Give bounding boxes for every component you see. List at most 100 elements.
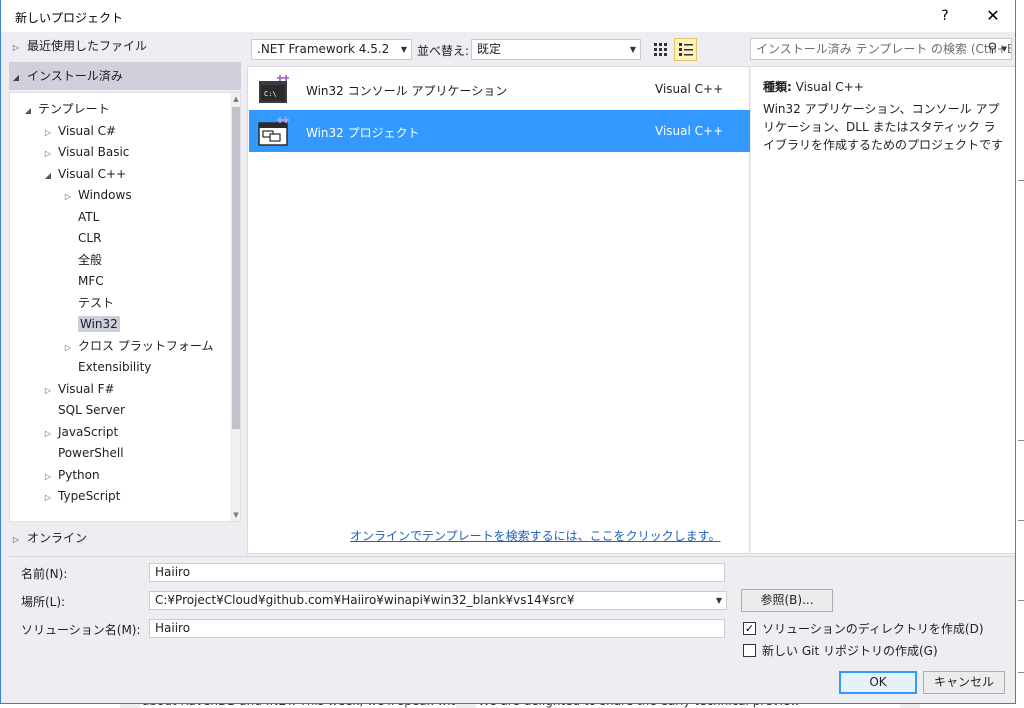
template-details: 種類: Visual C++ Win32 アプリケーション、コンソール アプリケ… <box>751 66 1015 554</box>
chevron-down-icon: ▼ <box>715 596 722 605</box>
tree-item[interactable]: MFC <box>62 271 104 292</box>
tree-item[interactable]: ▷ Python <box>42 465 100 486</box>
online-templates-link[interactable]: オンラインでテンプレートを検索するには、ここをクリックします。 <box>350 527 720 544</box>
tree-item[interactable]: ▷ Visual F# <box>42 379 115 400</box>
create-directory-option[interactable]: ✓ ソリューションのディレクトリを作成(D) <box>743 620 984 637</box>
collapse-arrow-icon: ◢ <box>12 73 20 82</box>
grid-view-button[interactable] <box>649 38 671 60</box>
search-icon[interactable]: ⚲ <box>987 39 997 59</box>
tree-item[interactable]: Extensibility <box>62 357 151 378</box>
tree-item[interactable]: ◢ Visual C++ <box>42 164 126 185</box>
template-name: Win32 プロジェクト <box>306 126 420 140</box>
help-button[interactable]: ? <box>933 4 957 28</box>
template-search-input[interactable]: インストール済み テンプレート の検索 (Ctrl+E ⚲ ▼ <box>750 38 1012 60</box>
chevron-down-icon: ▼ <box>629 45 636 54</box>
tree-item-label: Visual C# <box>58 123 117 138</box>
expand-arrow-icon[interactable]: ▷ <box>42 143 54 164</box>
close-button[interactable]: ✕ <box>979 4 1007 28</box>
tree-item-label: Windows <box>78 188 132 202</box>
dialog-title: 新しいプロジェクト <box>15 11 124 25</box>
tree-scrollbar[interactable]: ▲ ▼ <box>230 93 240 521</box>
template-item-win32-project[interactable]: Win32 プロジェクト Visual C++ <box>249 110 750 152</box>
expand-arrow-icon[interactable]: ▷ <box>42 466 54 487</box>
tree-item[interactable]: CLR <box>62 228 101 249</box>
tree-item[interactable]: ▷ Visual C# <box>42 121 116 142</box>
solution-name-input[interactable]: Haiiro <box>149 619 725 638</box>
tree-item[interactable]: ▷ クロス プラットフォーム <box>62 336 214 358</box>
tree-item-label: Extensibility <box>78 360 152 374</box>
template-language: Visual C++ <box>655 82 724 96</box>
expand-arrow-icon[interactable]: ▷ <box>42 380 54 401</box>
tree-item-label: ATL <box>78 209 100 224</box>
tree-item[interactable]: SQL Server <box>42 400 125 421</box>
location-value: C:¥Project¥Cloud¥github.com¥Haiiro¥winap… <box>155 593 575 607</box>
project-name-input[interactable]: Haiiro <box>149 563 725 582</box>
expand-arrow-icon[interactable]: ▷ <box>42 122 54 143</box>
tree-item-label: Visual Basic <box>58 145 130 159</box>
win32-project-icon <box>258 117 289 146</box>
expand-arrow-icon[interactable]: ▷ <box>62 186 74 207</box>
collapse-arrow-icon[interactable]: ◢ <box>42 165 54 186</box>
nav-installed-label: インストール済み <box>27 69 123 83</box>
location-select[interactable]: C:¥Project¥Cloud¥github.com¥Haiiro¥winap… <box>149 591 727 610</box>
scroll-thumb[interactable] <box>232 107 240 429</box>
scroll-up-icon[interactable]: ▲ <box>230 93 240 105</box>
location-label: 場所(L): <box>21 595 66 609</box>
tree-item-label: Python <box>58 467 100 482</box>
nav-recent[interactable]: ▷ 最近使用したファイル <box>9 34 241 58</box>
project-settings-form: 名前(N): Haiiro 場所(L): C:¥Project¥Cloud¥gi… <box>9 556 1015 703</box>
list-view-button[interactable] <box>674 38 697 61</box>
tree-item-label: JavaScript <box>58 424 119 439</box>
tree-item[interactable]: ATL <box>62 207 99 228</box>
tree-item-label: SQL Server <box>58 403 125 417</box>
ok-button[interactable]: OK <box>839 671 917 694</box>
tree-item-label: テスト <box>78 295 115 310</box>
expand-arrow-icon[interactable]: ▷ <box>62 337 74 358</box>
nav-online-label: オンライン <box>27 531 88 545</box>
svg-text:C:\: C:\ <box>264 90 277 98</box>
template-type: 種類: Visual C++ <box>763 78 864 95</box>
tree-item-label: PowerShell <box>58 446 124 460</box>
tree-item-label: CLR <box>78 231 102 245</box>
nav-online[interactable]: ▷ オンライン <box>9 526 241 550</box>
nav-recent-label: 最近使用したファイル <box>27 39 148 53</box>
template-name: Win32 コンソール アプリケーション <box>306 84 508 98</box>
tree-item[interactable]: PowerShell <box>42 443 124 464</box>
template-description: Win32 アプリケーション、コンソール アプリケーション、DLL またはスタテ… <box>763 102 1004 152</box>
grid-view-icon <box>654 43 667 56</box>
tree-item[interactable]: ▷ JavaScript <box>42 422 118 443</box>
cancel-button[interactable]: キャンセル <box>923 671 1005 694</box>
nav-installed[interactable]: ◢ インストール済み <box>9 62 241 90</box>
name-label: 名前(N): <box>21 567 68 581</box>
collapse-arrow-icon[interactable]: ◢ <box>22 100 34 121</box>
framework-select[interactable]: .NET Framework 4.5.2 ▼ <box>251 39 412 60</box>
tree-item-label: クロス プラットフォーム <box>78 338 214 353</box>
expand-arrow-icon[interactable]: ▷ <box>42 487 54 508</box>
console-app-icon: C:\ <box>259 75 289 103</box>
tree-item[interactable]: ▷ Windows <box>62 185 132 206</box>
tree-item[interactable]: ◢ テンプレート <box>22 99 110 120</box>
browse-button[interactable]: 参照(B)... <box>741 589 833 612</box>
scroll-down-icon[interactable]: ▼ <box>230 509 240 521</box>
chevron-down-icon: ▼ <box>400 45 407 54</box>
solution-name-label: ソリューション名(M): <box>21 623 141 637</box>
tree-item-label: Visual C++ <box>58 166 127 181</box>
sort-select[interactable]: 既定 ▼ <box>471 39 641 60</box>
tree-item-label: MFC <box>78 274 104 288</box>
expand-arrow-icon: ▷ <box>12 535 20 544</box>
template-list: C:\ Win32 コンソール アプリケーション Visual C++ Win3… <box>247 66 750 554</box>
git-repo-label: 新しい Git リポジトリの作成(G) <box>762 644 938 658</box>
tree-item[interactable]: テスト <box>62 293 114 314</box>
background-page-edge <box>1016 0 1024 708</box>
expand-arrow-icon[interactable]: ▷ <box>42 423 54 444</box>
chevron-down-icon[interactable]: ▼ <box>1002 39 1007 59</box>
tree-item[interactable]: Win32 <box>62 314 120 335</box>
list-view-icon <box>679 43 693 56</box>
template-item-console[interactable]: C:\ Win32 コンソール アプリケーション Visual C++ <box>249 68 750 110</box>
create-directory-checkbox[interactable]: ✓ <box>743 622 756 635</box>
tree-item[interactable]: 全般 <box>62 250 102 271</box>
tree-item[interactable]: ▷ TypeScript <box>42 486 120 507</box>
tree-item[interactable]: ▷ Visual Basic <box>42 142 130 164</box>
git-repo-option[interactable]: 新しい Git リポジトリの作成(G) <box>743 642 938 659</box>
git-repo-checkbox[interactable] <box>743 644 756 657</box>
